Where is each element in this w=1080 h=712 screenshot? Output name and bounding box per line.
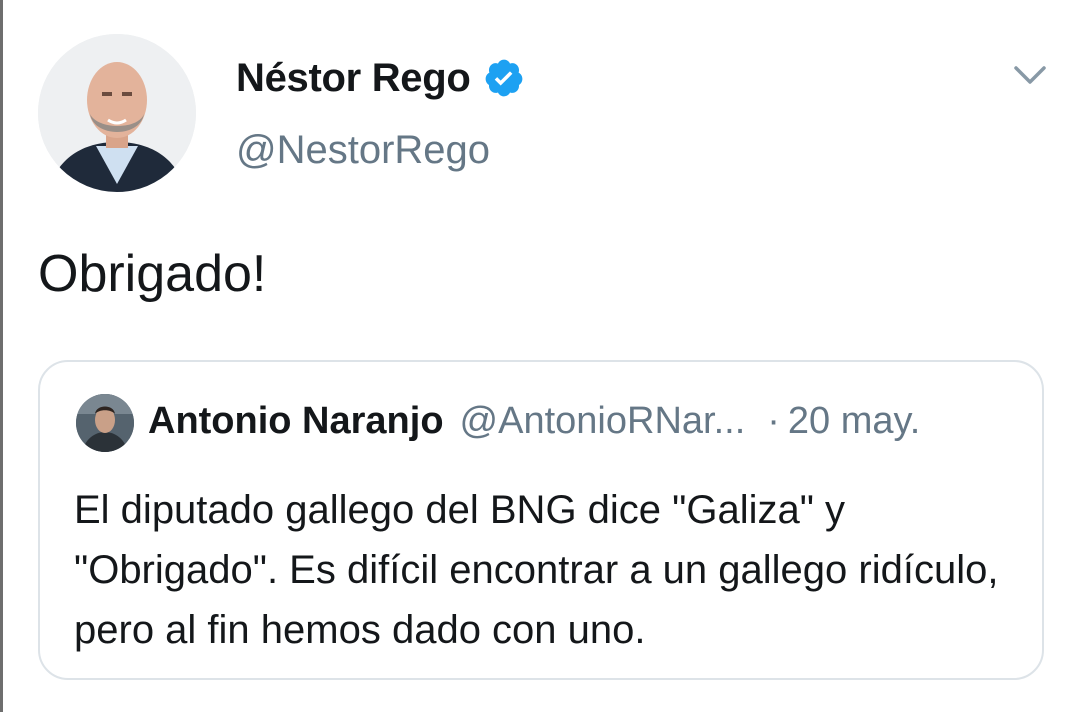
verified-badge-icon	[485, 59, 522, 97]
quoted-tweet-header: Antonio Naranjo @AntonioRNar... · 20 may…	[148, 400, 920, 443]
quoted-tweet-text: El diputado gallego del BNG dice "Galiza…	[74, 488, 999, 652]
author-handle[interactable]: @NestorRego	[236, 128, 490, 173]
quoted-tweet-date[interactable]: 20 may.	[788, 400, 920, 443]
quoted-author-display-name[interactable]: Antonio Naranjo	[148, 400, 444, 443]
edge-divider	[0, 0, 3, 712]
chevron-down-icon[interactable]	[1010, 60, 1050, 90]
tweet-text: Obrigado!	[38, 245, 267, 303]
tweet-card: Néstor Rego @NestorRego Obrigado! Antoni…	[0, 0, 1080, 712]
header-separator: ·	[767, 400, 780, 442]
author-name-row[interactable]: Néstor Rego	[236, 52, 525, 104]
quoted-author-handle[interactable]: @AntonioRNar...	[460, 400, 746, 443]
author-avatar[interactable]	[38, 34, 196, 192]
quoted-author-avatar[interactable]	[76, 394, 134, 452]
quoted-tweet-card[interactable]: Antonio Naranjo @AntonioRNar... · 20 may…	[38, 360, 1044, 680]
author-display-name[interactable]: Néstor Rego	[236, 56, 471, 101]
